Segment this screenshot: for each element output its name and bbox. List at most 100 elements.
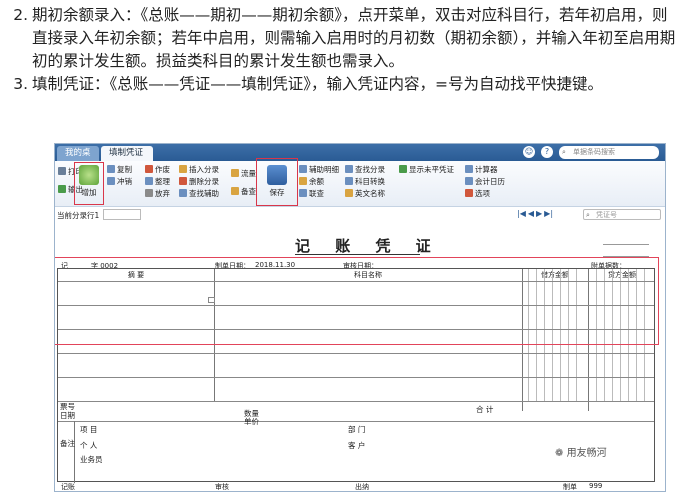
calendar-label: 会计日历 <box>475 177 505 186</box>
balance-button[interactable]: 余额 <box>299 177 324 187</box>
global-search-input[interactable]: ⌕ 单据条码搜索 <box>559 146 659 159</box>
grid-line <box>58 377 654 378</box>
instruction-number: 2. <box>13 6 28 24</box>
instruction-text: 期初余额录入：《总账——期初——期初余额》，点开菜单，双击对应科目行，若年初启用… <box>32 6 676 70</box>
copy-label: 复制 <box>117 165 132 174</box>
search-placeholder: 单据条码搜索 <box>573 148 615 156</box>
english-name-button[interactable]: 英文名称 <box>345 189 385 199</box>
void-icon <box>145 165 153 173</box>
check-label: 备查 <box>241 187 256 196</box>
instruction-list: 2. 期初余额录入：《总账——期初——期初余额》，点开菜单，双击对应科目行，若年… <box>6 4 678 96</box>
watermark: ❁ 用友畅河 <box>555 444 607 459</box>
ribbon-toolbar: 打印 输出 增加 复制 冲销 作废 整理 放弃 插入分录 删除分录 查找辅助 流… <box>55 158 665 207</box>
abandon-label: 放弃 <box>155 189 170 198</box>
instruction-text: 填制凭证：《总账——凭证——填制凭证》，输入凭证内容，=号为自动找平快捷键。 <box>32 75 603 93</box>
personal-label: 个 人 <box>80 441 98 450</box>
show-unbalanced-label: 显示未平凭证 <box>409 165 454 174</box>
current-entry-input[interactable] <box>103 209 141 220</box>
grid-line <box>58 421 654 422</box>
delete-entry-button[interactable]: 删除分录 <box>179 177 219 187</box>
calculator-button[interactable]: 计算器 <box>465 165 498 175</box>
voucher-nav: |◀ ◀ ▶ ▶| <box>517 209 553 218</box>
link-label: 联查 <box>309 189 324 198</box>
copy-icon <box>107 165 115 173</box>
delete-entry-label: 删除分录 <box>189 177 219 186</box>
balance-icon <box>299 177 307 185</box>
prev-icon[interactable]: ◀ <box>528 209 534 218</box>
assist-detail-label: 辅助明细 <box>309 165 339 174</box>
voucher-search-input[interactable]: ⌕ 凭证号 <box>583 209 661 220</box>
unit-price-label: 单价 <box>244 417 259 426</box>
last-icon[interactable]: ▶| <box>544 209 553 218</box>
abandon-icon <box>145 189 153 197</box>
reverse-icon <box>107 177 115 185</box>
link-icon <box>299 189 307 197</box>
find-assist-icon <box>179 189 187 197</box>
options-label: 选项 <box>475 189 490 198</box>
tidy-button[interactable]: 整理 <box>145 177 170 187</box>
voucher-app-window: 我的桌面 填制凭证✕ ☺ ? ⌕ 单据条码搜索 打印 输出 增加 复制 冲销 作废… <box>54 143 666 492</box>
find-entry-button[interactable]: 查找分录 <box>345 165 385 175</box>
flow-button[interactable]: 流量 <box>231 169 256 179</box>
assist-detail-button[interactable]: 辅助明细 <box>299 165 339 175</box>
export-icon <box>58 185 66 193</box>
tidy-icon <box>145 177 153 185</box>
first-icon[interactable]: |◀ <box>517 209 526 218</box>
search-icon: ⌕ <box>586 211 590 219</box>
current-entry-label: 当前分录行1 <box>57 211 100 220</box>
help-icon[interactable]: ? <box>541 146 553 158</box>
abandon-button[interactable]: 放弃 <box>145 189 170 199</box>
side-divider <box>603 244 649 245</box>
find-assist-button[interactable]: 查找辅助 <box>179 189 219 199</box>
copy-button[interactable]: 复制 <box>107 165 132 175</box>
find-entry-label: 查找分录 <box>355 165 385 174</box>
tab-fill-voucher[interactable]: 填制凭证✕ <box>101 146 153 173</box>
tab-my-desktop[interactable]: 我的桌面 <box>57 146 99 173</box>
wechat-icon: ❁ <box>555 448 564 459</box>
account-convert-button[interactable]: 科目转换 <box>345 177 385 187</box>
find-assist-label: 查找辅助 <box>189 189 219 198</box>
insert-entry-icon <box>179 165 187 173</box>
assist-detail-icon <box>299 165 307 173</box>
check-icon <box>231 187 239 195</box>
entry-sub-toolbar: 当前分录行1 |◀ ◀ ▶ ▶| ⌕ 凭证号 <box>55 208 665 222</box>
void-button[interactable]: 作废 <box>145 165 170 175</box>
reverse-label: 冲销 <box>117 177 132 186</box>
next-icon[interactable]: ▶ <box>536 209 542 218</box>
account-convert-icon <box>345 177 353 185</box>
account-convert-label: 科目转换 <box>355 177 385 186</box>
find-entry-icon <box>345 165 353 173</box>
voucher-title: 记 账 凭 证 <box>295 237 441 255</box>
instruction-number: 3. <box>13 75 28 93</box>
cashier-label: 出纳 <box>355 483 369 491</box>
link-button[interactable]: 联查 <box>299 189 324 199</box>
project-label: 项 目 <box>80 425 98 434</box>
highlight-add <box>74 162 104 205</box>
flow-label: 流量 <box>241 169 256 178</box>
balance-label: 余额 <box>309 177 324 186</box>
title-underline <box>295 254 420 255</box>
insert-entry-button[interactable]: 插入分录 <box>179 165 219 175</box>
reviewer-label: 审核 <box>215 483 229 491</box>
show-unbalanced-icon <box>399 165 407 173</box>
salesperson-label: 业务员 <box>80 455 103 464</box>
show-unbalanced-button[interactable]: 显示未平凭证 <box>399 165 454 175</box>
void-label: 作废 <box>155 165 170 174</box>
delete-entry-icon <box>179 177 187 185</box>
maker-name: 999 <box>589 482 603 490</box>
grid-line <box>58 401 654 402</box>
top-icons: ☺ ? <box>523 146 553 158</box>
english-name-label: 英文名称 <box>355 189 385 198</box>
user-icon[interactable]: ☺ <box>523 146 535 158</box>
flow-icon <box>231 169 239 177</box>
reverse-button[interactable]: 冲销 <box>107 177 132 187</box>
check-button[interactable]: 备查 <box>231 187 256 197</box>
options-button[interactable]: 选项 <box>465 189 490 199</box>
customer-label: 客 户 <box>348 441 366 450</box>
calendar-button[interactable]: 会计日历 <box>465 177 505 187</box>
tab-label: 填制凭证 <box>109 148 144 158</box>
highlight-save <box>256 158 298 206</box>
english-name-icon <box>345 189 353 197</box>
highlight-entry-area <box>55 257 659 345</box>
bookkeeper-label: 记账 <box>61 483 75 491</box>
